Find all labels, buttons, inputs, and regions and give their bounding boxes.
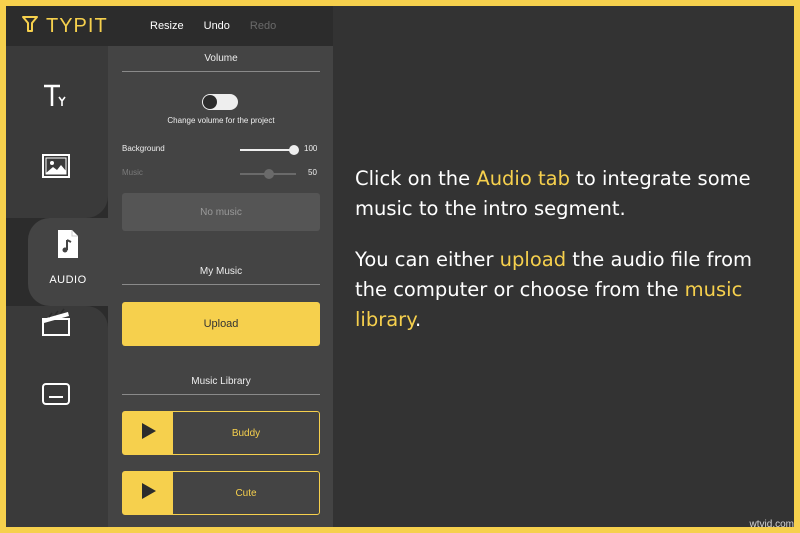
- clapperboard-icon: [40, 306, 72, 343]
- music-library-divider: [122, 394, 320, 395]
- play-icon: [139, 482, 157, 505]
- rail-item-scenes[interactable]: [40, 308, 72, 340]
- slide-frame: TYPITO AUDIO Resize Undo Redo Volume Cha…: [0, 0, 800, 533]
- library-track-cute[interactable]: Cute: [122, 471, 320, 515]
- background-label: Background: [122, 144, 165, 153]
- caption-paragraph-2: You can either upload the audio file fro…: [355, 245, 755, 335]
- rail-item-image[interactable]: [40, 152, 72, 184]
- instruction-caption: Click on the Audio tab to integrate some…: [355, 164, 755, 356]
- undo-button[interactable]: Undo: [204, 20, 230, 32]
- volume-divider: [122, 71, 320, 72]
- background-value: 100: [304, 144, 318, 153]
- rail-item-audio-label[interactable]: AUDIO: [28, 274, 108, 286]
- upload-button[interactable]: Upload: [122, 302, 320, 346]
- music-label: Music: [122, 168, 143, 177]
- volume-toggle[interactable]: [202, 94, 238, 110]
- play-button[interactable]: [123, 472, 173, 514]
- top-toolbar: Resize Undo Redo: [108, 6, 333, 46]
- music-library-title: Music Library: [191, 376, 251, 387]
- audio-panel: Volume Change volume for the project Bac…: [108, 46, 333, 527]
- caption-text: .: [414, 308, 422, 331]
- no-music-box: No music: [122, 193, 320, 231]
- background-slider-knob[interactable]: [289, 145, 299, 155]
- rail-item-text[interactable]: [40, 82, 72, 114]
- app-screen: TYPITO AUDIO Resize Undo Redo Volume Cha…: [6, 6, 794, 527]
- watermark: wtvid.com: [749, 519, 794, 530]
- volume-title: Volume: [204, 53, 238, 64]
- image-icon: [40, 150, 72, 187]
- track-name: Buddy: [231, 427, 261, 439]
- logo-icon: [20, 14, 40, 39]
- rail-item-subtitles[interactable]: [40, 380, 72, 412]
- my-music-title: My Music: [199, 266, 243, 277]
- toggle-knob: [203, 95, 217, 109]
- music-value: 50: [308, 168, 317, 177]
- rail-upper-section: [6, 46, 108, 218]
- caption-paragraph-1: Click on the Audio tab to integrate some…: [355, 164, 755, 224]
- caption-text: Click on the: [355, 167, 477, 190]
- volume-toggle-label: Change volume for the project: [167, 116, 275, 125]
- caption-highlight: Audio tab: [476, 167, 570, 190]
- caption-highlight: upload: [499, 248, 567, 271]
- play-button[interactable]: [123, 412, 173, 454]
- library-track-buddy[interactable]: Buddy: [122, 411, 320, 455]
- resize-button[interactable]: Resize: [150, 20, 184, 32]
- play-icon: [139, 422, 157, 445]
- audio-file-icon: [54, 228, 82, 265]
- background-slider-track[interactable]: [240, 149, 296, 151]
- my-music-divider: [122, 284, 320, 285]
- redo-button[interactable]: Redo: [250, 20, 276, 32]
- subtitles-icon: [40, 378, 72, 415]
- track-name: Cute: [235, 487, 257, 499]
- caption-text: You can either: [355, 248, 500, 271]
- rail-item-audio[interactable]: [52, 228, 84, 265]
- music-slider-knob[interactable]: [264, 169, 274, 179]
- text-icon: [40, 80, 72, 117]
